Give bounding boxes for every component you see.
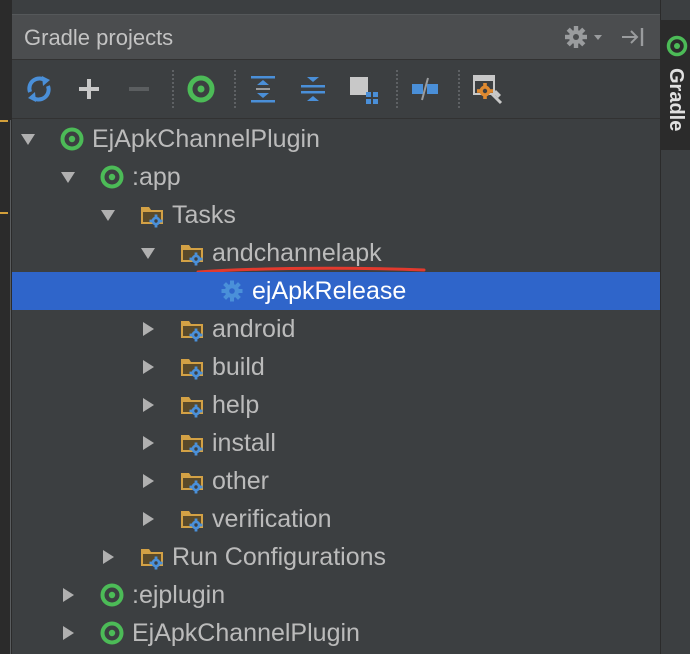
tree-row[interactable]: ejApkRelease (12, 272, 660, 310)
editor-marker (0, 212, 8, 214)
refresh-icon[interactable] (22, 72, 56, 106)
tree-row[interactable]: EjApkChannelPlugin (12, 614, 660, 652)
tree-row[interactable]: Tasks (12, 196, 660, 234)
right-tool-strip: Gradle (660, 0, 690, 654)
panel-header: Gradle projects (12, 14, 660, 60)
task-folder-icon (178, 429, 206, 457)
group-modules-icon[interactable] (346, 72, 380, 106)
task-folder-icon (138, 201, 166, 229)
expand-arrow-icon[interactable] (140, 511, 156, 527)
editor-marker (0, 120, 8, 122)
collapse-arrow-icon[interactable] (100, 207, 116, 223)
gradle-module-icon (98, 581, 126, 609)
tree-row-label: help (212, 391, 260, 419)
tree-row[interactable]: andchannelapk (12, 234, 660, 274)
toolbar-separator (172, 70, 174, 108)
tree-row[interactable]: help (12, 386, 660, 424)
task-folder-icon (178, 505, 206, 533)
expand-arrow-icon[interactable] (140, 435, 156, 451)
tree-row[interactable]: android (12, 310, 660, 348)
gradle-projects-panel: Gradle projects EjApkChannelPlugin:app … (12, 0, 660, 654)
task-folder-icon (178, 391, 206, 419)
toggle-offline-icon[interactable] (408, 72, 442, 106)
tree-row[interactable]: verification (12, 500, 660, 538)
tree-row[interactable]: EjApkChannelPlugin (12, 120, 660, 158)
expand-arrow-icon[interactable] (60, 587, 76, 603)
expand-arrow-icon[interactable] (60, 625, 76, 641)
gradle-settings-icon[interactable] (470, 72, 504, 106)
expand-arrow-icon[interactable] (100, 549, 116, 565)
tree-row[interactable]: :app (12, 158, 660, 196)
plus-icon[interactable] (72, 72, 106, 106)
collapse-arrow-icon[interactable] (140, 245, 156, 261)
tree-row[interactable]: Run Configurations (12, 538, 660, 576)
tree-row-label: EjApkChannelPlugin (132, 619, 360, 647)
expand-arrow-icon[interactable] (140, 473, 156, 489)
tree-row-label: :app (132, 163, 181, 191)
gradle-run-icon[interactable] (184, 72, 218, 106)
gradle-project-icon (58, 125, 86, 153)
panel-title: Gradle projects (24, 25, 174, 50)
tree-row[interactable]: build (12, 348, 660, 386)
task-folder-icon (178, 353, 206, 381)
gradle-toolbar (12, 60, 660, 119)
tree-row[interactable]: install (12, 424, 660, 462)
collapse-arrow-icon[interactable] (60, 169, 76, 185)
task-folder-icon (138, 543, 166, 571)
tree-row[interactable]: other (12, 462, 660, 500)
expand-arrow-icon[interactable] (140, 359, 156, 375)
toolbar-separator (458, 70, 460, 108)
tree-row-label: :ejplugin (132, 581, 226, 609)
tree-row-label: Tasks (172, 201, 236, 229)
tree-row[interactable]: :ejplugin (12, 576, 660, 614)
minus-icon[interactable] (122, 72, 156, 106)
collapse-arrow-icon[interactable] (20, 131, 36, 147)
expand-arrow-icon[interactable] (140, 321, 156, 337)
settings-gear-icon[interactable] (564, 23, 608, 51)
toolbar-separator (396, 70, 398, 108)
tree-row-label: verification (212, 505, 332, 533)
gradle-tool-window-tab[interactable]: Gradle (661, 20, 690, 150)
tree-row-label: andchannelapk (212, 239, 382, 267)
collapse-all-icon[interactable] (296, 72, 330, 106)
tree-row-label: Run Configurations (172, 543, 387, 571)
task-folder-icon (178, 239, 206, 267)
gradle-module-icon (98, 163, 126, 191)
gradle-project-tree: EjApkChannelPlugin :app Tasks andchannelapk… (12, 120, 660, 654)
tree-row-label: EjApkChannelPlugin (92, 125, 320, 153)
gradle-project-icon (98, 619, 126, 647)
gradle-icon (665, 34, 689, 58)
divider (10, 120, 11, 654)
task-folder-icon (178, 315, 206, 343)
hide-panel-icon[interactable] (618, 23, 648, 51)
tree-row-label: other (212, 467, 269, 495)
tree-row-label: build (212, 353, 265, 381)
gradle-tab-label: Gradle (665, 68, 687, 132)
tree-row-label: install (212, 429, 276, 457)
tree-row-label: android (212, 315, 296, 343)
tree-row-label: ejApkRelease (252, 277, 407, 305)
toolbar-separator (234, 70, 236, 108)
task-folder-icon (178, 467, 206, 495)
expand-arrow-icon[interactable] (140, 397, 156, 413)
gear-task-icon (218, 277, 246, 305)
expand-all-icon[interactable] (246, 72, 280, 106)
